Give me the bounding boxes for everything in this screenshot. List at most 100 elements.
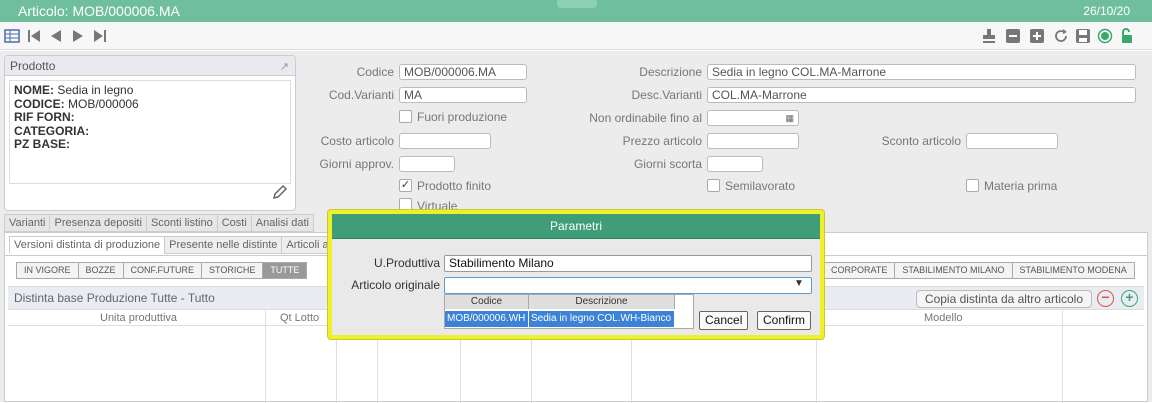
codice-field[interactable]: MOB/000006.MA [399, 64, 527, 80]
grid-column-divider [265, 310, 266, 403]
tab-versioni-distinta[interactable]: Versioni distinta di produzione [9, 236, 166, 254]
tab-costi[interactable]: Costi [216, 214, 252, 232]
dialog-title: Parametri [332, 214, 820, 239]
col-unita-produttiva[interactable]: Unita produttiva [100, 312, 177, 324]
tab-analisi-dati[interactable]: Analisi dati [250, 214, 314, 232]
desc-varianti-field[interactable]: COL.MA-Marrone [707, 87, 1136, 103]
parametri-dialog: Parametri U.Produttiva Stabilimento Mila… [328, 210, 824, 339]
non-ordinabile-label: Non ordinabile fino al [589, 111, 702, 125]
cod-varianti-field[interactable]: MA [399, 87, 527, 103]
add-row-icon[interactable]: + [1121, 290, 1138, 307]
tab-sconti-listino[interactable]: Sconti listino [145, 214, 218, 232]
product-box-title: Prodotto [10, 59, 56, 73]
filter-in-vigore[interactable]: In vigore [17, 263, 79, 278]
articolo-originale-label: Articolo originale [351, 278, 440, 292]
expand-icon[interactable]: ↗ [280, 60, 289, 73]
grid-view-icon[interactable] [4, 27, 20, 45]
desc-varianti-label: Desc.Varianti [631, 88, 702, 102]
dropdown-col-codice: Codice [445, 295, 529, 309]
filter-tutte[interactable]: Tutte [263, 263, 307, 278]
descrizione-field[interactable]: Sedia in legno COL.MA-Marrone [707, 64, 1136, 80]
window-titlebar: Articolo: MOB/000006.MA 26/10/20 [0, 0, 1152, 22]
materia-prima-checkbox[interactable] [966, 179, 979, 192]
giorni-approv-field[interactable] [399, 156, 455, 172]
chevron-down-icon[interactable]: ▼ [794, 278, 804, 289]
filter-conf-future[interactable]: Conf.Future [124, 263, 203, 278]
prodotto-finito-label: Prodotto finito [417, 179, 492, 193]
semilavorato-checkbox[interactable] [707, 179, 720, 192]
costo-label: Costo articolo [320, 134, 394, 148]
tab-articoli[interactable]: Articoli a [281, 236, 334, 254]
filter-bozze[interactable]: Bozze [79, 263, 124, 278]
articolo-dropdown-list: Codice Descrizione MOB/000006.WH Sedia i… [444, 294, 694, 329]
remove-row-icon[interactable]: − [1097, 290, 1114, 307]
giorni-approv-label: Giorni approv. [319, 157, 394, 171]
filter-storiche[interactable]: Storiche [202, 263, 264, 278]
product-box-header: Prodotto ↗ [5, 56, 295, 76]
filter-stabilimento-modena[interactable]: Stabilimento Modena [1013, 263, 1134, 278]
semilavorato-label: Semilavorato [725, 179, 796, 193]
stamp-icon[interactable] [980, 27, 998, 45]
edit-pencil-icon[interactable] [271, 183, 289, 206]
product-line-categoria: CATEGORIA: [14, 123, 90, 138]
prodotto-finito-checkbox[interactable]: ✓ [399, 179, 412, 192]
tab-presenza-depositi[interactable]: Presenza depositi [49, 214, 147, 232]
window-date: 26/10/20 [1083, 4, 1130, 18]
next-record-icon[interactable] [70, 27, 86, 45]
materia-prima-label: Materia prima [984, 179, 1058, 193]
copy-distinta-button[interactable]: Copia distinta da altro articolo [915, 290, 1092, 308]
status-filter-segment: In vigore Bozze Conf.Future Storiche Tut… [16, 262, 308, 279]
grid-title: Distinta base Produzione Tutte - Tutto [14, 291, 215, 305]
confirm-button[interactable]: Confirm [757, 311, 812, 330]
product-line-codice: CODICE: MOB/000006 [14, 96, 139, 111]
giorni-scorta-field[interactable] [707, 156, 763, 172]
cod-varianti-label: Cod.Varianti [328, 88, 394, 102]
distinta-subtabs: Versioni distinta di produzione Presente… [9, 236, 334, 254]
col-modello[interactable]: Modello [924, 312, 963, 324]
product-line-pz-base: PZ BASE: [14, 137, 71, 151]
remove-icon[interactable] [1004, 27, 1022, 45]
prezzo-label: Prezzo articolo [622, 134, 702, 148]
product-info: NOME: Sedia in legno CODICE: MOB/000006 … [9, 80, 291, 184]
descrizione-label: Descrizione [639, 65, 702, 79]
prev-record-icon[interactable] [48, 27, 64, 45]
costo-field[interactable] [399, 133, 491, 149]
add-icon[interactable] [1028, 27, 1046, 45]
tab-presente-nelle-distinte[interactable]: Presente nelle distinte [164, 236, 283, 254]
uprod-label: U.Produttiva [373, 256, 440, 270]
filter-corporate[interactable]: Corporate [824, 263, 896, 278]
toolbar [0, 22, 1152, 50]
grid-column-divider [1062, 310, 1063, 403]
tab-varianti[interactable]: Varianti [4, 214, 51, 232]
cancel-button[interactable]: Cancel [699, 311, 749, 330]
calendar-icon[interactable]: ▦ [785, 111, 794, 125]
filter-stabilimento-milano[interactable]: Stabilimento Milano [895, 263, 1013, 278]
article-tabs: Varianti Presenza depositi Sconti listin… [4, 214, 314, 232]
sconto-field[interactable] [966, 133, 1058, 149]
fuori-produzione-checkbox[interactable] [399, 110, 412, 123]
unlock-icon[interactable] [1118, 27, 1136, 45]
dropdown-option-descrizione[interactable]: Sedia in legno COL.WH-Bianco [529, 311, 675, 327]
product-line-name: NOME: Sedia in legno [14, 83, 134, 97]
giorni-scorta-label: Giorni scorta [633, 157, 702, 171]
unit-filter-segment: Corporate Stabilimento Milano Stabilimen… [823, 262, 1135, 279]
fuori-produzione-label: Fuori produzione [417, 110, 508, 124]
codice-label: Codice [356, 65, 394, 79]
dropdown-col-descrizione: Descrizione [529, 295, 675, 309]
product-line-rif-forn: RIF FORN: [14, 110, 75, 124]
non-ordinabile-date-field[interactable]: ▦ [707, 110, 799, 126]
prezzo-field[interactable] [707, 133, 799, 149]
status-circle-icon[interactable] [1096, 27, 1114, 45]
first-record-icon[interactable] [26, 27, 42, 45]
window-title: Articolo: MOB/000006.MA [18, 3, 180, 19]
titlebar-notch[interactable] [557, 0, 597, 8]
articolo-originale-combobox[interactable] [444, 277, 812, 294]
save-icon[interactable] [1074, 27, 1092, 45]
col-qt-lotto[interactable]: Qt Lotto [280, 312, 319, 324]
dropdown-option-codice[interactable]: MOB/000006.WH [445, 311, 529, 327]
sconto-label: Sconto articolo [881, 134, 961, 148]
last-record-icon[interactable] [92, 27, 108, 45]
uprod-field[interactable]: Stabilimento Milano [444, 255, 812, 272]
product-summary-box: Prodotto ↗ NOME: Sedia in legno CODICE: … [4, 55, 296, 211]
refresh-icon[interactable] [1052, 27, 1070, 45]
